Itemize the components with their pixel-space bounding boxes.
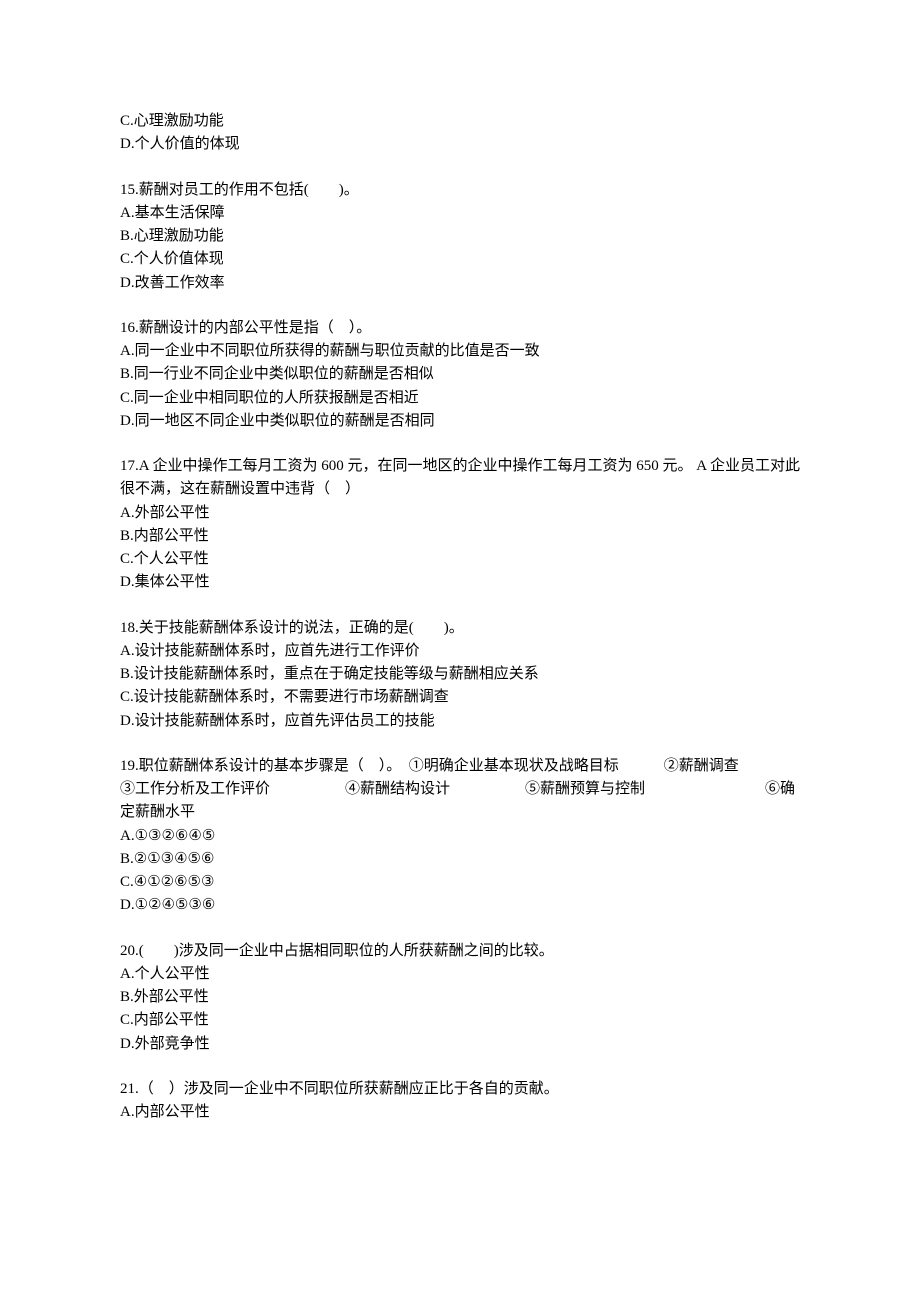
question-stem: 18.关于技能薪酬体系设计的说法，正确的是( )。	[120, 617, 800, 640]
question-18: 18.关于技能薪酬体系设计的说法，正确的是( )。 A.设计技能薪酬体系时，应首…	[120, 617, 800, 733]
question-stem: 15.薪酬对员工的作用不包括( )。	[120, 179, 800, 202]
question-stem: 21.（ ）涉及同一企业中不同职位所获薪酬应正比于各自的贡献。	[120, 1078, 800, 1101]
option-a: A.外部公平性	[120, 502, 800, 525]
question-16: 16.薪酬设计的内部公平性是指（ ）。 A.同一企业中不同职位所获得的薪酬与职位…	[120, 317, 800, 433]
option-b: B.同一行业不同企业中类似职位的薪酬是否相似	[120, 363, 800, 386]
option-d: D.外部竞争性	[120, 1033, 800, 1056]
option-b: B.②①③④⑤⑥	[120, 848, 800, 871]
option-c: C.个人公平性	[120, 548, 800, 571]
option-b: B.设计技能薪酬体系时，重点在于确定技能等级与薪酬相应关系	[120, 663, 800, 686]
option-c: C.个人价值体现	[120, 248, 800, 271]
question-stem: 16.薪酬设计的内部公平性是指（ ）。	[120, 317, 800, 340]
option-c: C.心理激励功能	[120, 110, 800, 133]
question-stem: 20.( )涉及同一企业中占据相同职位的人所获薪酬之间的比较。	[120, 940, 800, 963]
option-d: D.①②④⑤③⑥	[120, 894, 800, 917]
option-c: C.④①②⑥⑤③	[120, 871, 800, 894]
option-d: D.集体公平性	[120, 571, 800, 594]
option-c: C.同一企业中相同职位的人所获报酬是否相近	[120, 387, 800, 410]
question-20: 20.( )涉及同一企业中占据相同职位的人所获薪酬之间的比较。 A.个人公平性 …	[120, 940, 800, 1056]
question-21: 21.（ ）涉及同一企业中不同职位所获薪酬应正比于各自的贡献。 A.内部公平性	[120, 1078, 800, 1125]
option-a: A.个人公平性	[120, 963, 800, 986]
option-a: A.设计技能薪酬体系时，应首先进行工作评价	[120, 640, 800, 663]
question-17: 17.A 企业中操作工每月工资为 600 元，在同一地区的企业中操作工每月工资为…	[120, 455, 800, 595]
question-15: 15.薪酬对员工的作用不包括( )。 A.基本生活保障 B.心理激励功能 C.个…	[120, 179, 800, 295]
question-19: 19.职位薪酬体系设计的基本步骤是（ ）。 ①明确企业基本现状及战略目标 ②薪酬…	[120, 755, 800, 918]
option-a: A.内部公平性	[120, 1101, 800, 1124]
option-b: B.外部公平性	[120, 986, 800, 1009]
option-d: D.设计技能薪酬体系时，应首先评估员工的技能	[120, 710, 800, 733]
option-d: D.改善工作效率	[120, 272, 800, 295]
option-a: A.同一企业中不同职位所获得的薪酬与职位贡献的比值是否一致	[120, 340, 800, 363]
orphan-options: C.心理激励功能 D.个人价值的体现	[120, 110, 800, 157]
option-b: B.内部公平性	[120, 525, 800, 548]
question-stem: 17.A 企业中操作工每月工资为 600 元，在同一地区的企业中操作工每月工资为…	[120, 455, 800, 502]
option-c: C.设计技能薪酬体系时，不需要进行市场薪酬调查	[120, 686, 800, 709]
option-c: C.内部公平性	[120, 1009, 800, 1032]
option-d: D.同一地区不同企业中类似职位的薪酬是否相同	[120, 410, 800, 433]
option-d: D.个人价值的体现	[120, 133, 800, 156]
question-stem: 19.职位薪酬体系设计的基本步骤是（ ）。 ①明确企业基本现状及战略目标 ②薪酬…	[120, 755, 800, 825]
option-a: A.①③②⑥④⑤	[120, 825, 800, 848]
option-b: B.心理激励功能	[120, 225, 800, 248]
option-a: A.基本生活保障	[120, 202, 800, 225]
